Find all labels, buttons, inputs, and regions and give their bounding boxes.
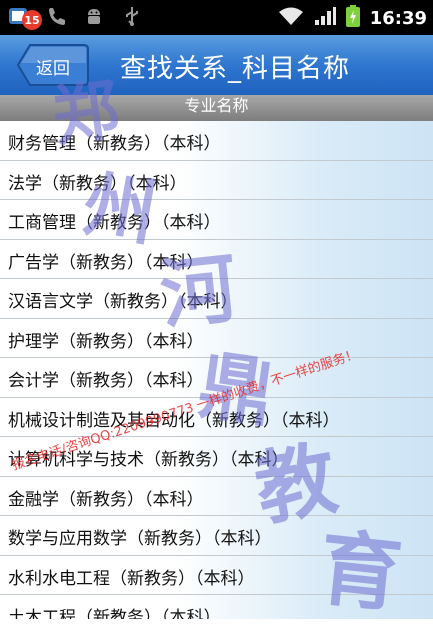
list-item-label: 数学与应用数学（新教务）（本科） (8, 529, 272, 549)
list-item[interactable]: 计算机科学与技术（新教务）（本科） (0, 437, 433, 477)
list-item[interactable]: 工商管理（新教务）（本科） (0, 200, 433, 240)
section-header: 专业名称 (0, 95, 433, 121)
list-item[interactable]: 会计学（新教务）（本科） (0, 358, 433, 398)
list-item-label: 计算机科学与技术（新教务）（本科） (8, 450, 289, 470)
list-item[interactable]: 财务管理（新教务）（本科） (0, 121, 433, 161)
major-list: 财务管理（新教务）（本科） 法学（新教务）（本科） 工商管理（新教务）（本科） … (0, 121, 433, 619)
page-title: 查找关系_科目名称 (120, 54, 351, 84)
list-item-label: 水利水电工程（新教务）（本科） (8, 568, 255, 589)
list-item-label: 财务管理（新教务）（本科） (8, 134, 221, 154)
list-item-label: 土木工程（新教务）（本科） (8, 608, 221, 619)
list-item-label: 护理学（新教务）（本科） (8, 331, 204, 352)
list-item-label: 金融学（新教务）（本科） (8, 489, 204, 510)
list-item-label: 工商管理（新教务）（本科） (8, 213, 221, 233)
list-item[interactable]: 法学（新教务）（本科） (0, 160, 433, 200)
back-button-label: 返回 (36, 59, 70, 79)
list-item-label: 会计学（新教务）（本科） (8, 371, 204, 391)
list-item[interactable]: 土木工程（新教务）（本科） (0, 595, 433, 619)
usb-icon (120, 4, 144, 28)
wifi-icon (278, 6, 304, 30)
phone-icon (44, 4, 68, 28)
list-item[interactable]: 机械设计制造及其自动化（新教务）（本科） (0, 397, 433, 437)
list-item-label: 汉语言文学（新教务）（本科） (8, 292, 238, 312)
system-status-icons: 16:39 (278, 5, 427, 31)
clock: 16:39 (369, 7, 427, 29)
status-bar: 15 16:39 (0, 0, 433, 35)
list-item[interactable]: 广告学（新教务）（本科） (0, 239, 433, 279)
list-item[interactable]: 水利水电工程（新教务）（本科） (0, 555, 433, 595)
battery-charging-icon (345, 5, 360, 31)
back-button[interactable]: 返回 (16, 43, 90, 87)
list-item[interactable]: 金融学（新教务）（本科） (0, 476, 433, 516)
android-debug-icon (82, 4, 106, 28)
list-item[interactable]: 数学与应用数学（新教务）（本科） (0, 516, 433, 556)
list-item-label: 法学（新教务）（本科） (8, 173, 187, 194)
signal-icon (314, 6, 336, 30)
list-item-label: 广告学（新教务）（本科） (8, 252, 204, 273)
title-bar: 返回 查找关系_科目名称 (0, 35, 433, 95)
list-item-label: 机械设计制造及其自动化（新教务）（本科） (8, 410, 340, 431)
list-item[interactable]: 护理学（新教务）（本科） (0, 318, 433, 358)
list-item[interactable]: 汉语言文学（新教务）（本科） (0, 279, 433, 319)
notification-count-badge: 15 (22, 10, 42, 30)
